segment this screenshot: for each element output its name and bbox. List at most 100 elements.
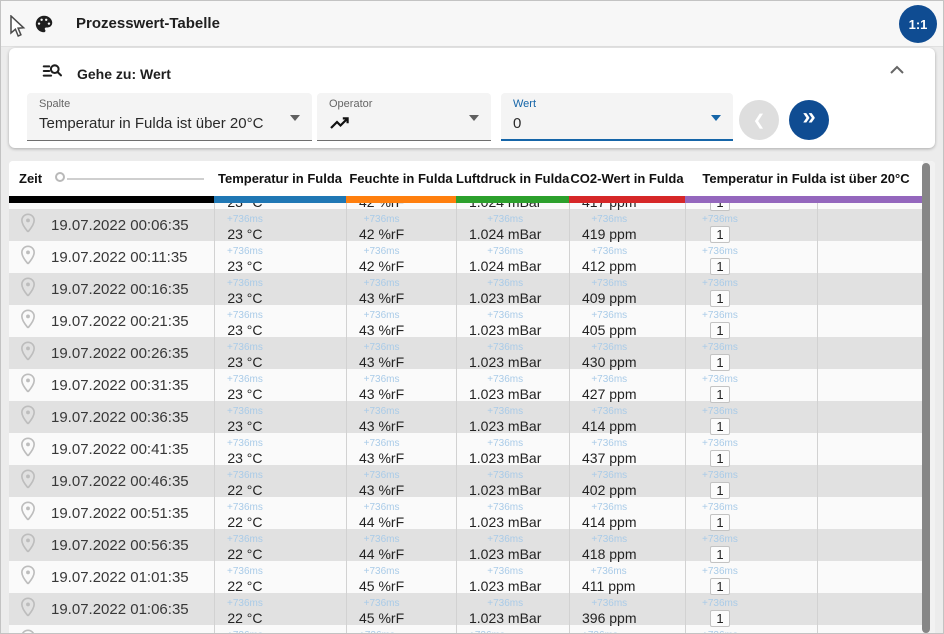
time-slider-handle[interactable]: [55, 172, 65, 182]
value-cell: +736ms23 °C: [214, 433, 346, 466]
table-row[interactable]: 19.07.2022 00:56:35 +736ms 22 °C +736ms 44…: [9, 529, 927, 563]
location-pin-icon: [17, 532, 39, 559]
filler-cell: [817, 337, 927, 369]
process-value-table: Zeit Temperatur in Fulda Feuchte in Fuld…: [9, 161, 935, 633]
offset-label: +736ms: [469, 630, 505, 633]
cell-value: 45 %rF: [359, 578, 405, 594]
offset-label: +736ms: [487, 374, 524, 385]
scrollbar-thumb[interactable]: [922, 163, 930, 633]
value-cell: +736ms 43 %rF: [346, 337, 456, 370]
table-row[interactable]: 19.07.2022 01:06:35 +736ms 22 °C +736ms 45…: [9, 593, 927, 627]
value-cell: +736ms1: [685, 593, 817, 627]
time-cell: 19.07.2022 01:06:35: [9, 593, 214, 625]
value-cell: +736ms 412 ppm: [569, 241, 685, 274]
cell-value: 402 ppm: [582, 482, 637, 498]
table-row[interactable]: 19.07.2022 00:16:35 +736ms 23 °C +736ms 43…: [9, 273, 927, 307]
table-row[interactable]: 19.07.2022 00:36:35 +736ms 23 °C +736ms 43…: [9, 401, 927, 435]
cell-value: 1.024 mBar: [469, 258, 542, 274]
offset-label: +736ms: [591, 438, 628, 449]
cell-value: 42 %rF: [359, 258, 405, 274]
offset-label: +736ms: [591, 246, 628, 257]
cell-value: 412 ppm: [582, 258, 637, 274]
palette-icon[interactable]: [33, 13, 55, 40]
offset-label: +736ms: [591, 598, 628, 609]
cell-value: 22 °C: [227, 482, 263, 498]
cell-value: 22 °C: [227, 578, 263, 594]
time-cell: 19.07.2022 00:06:35: [9, 209, 214, 241]
cell-value: 43 %rF: [359, 354, 405, 370]
offset-label: +736ms: [363, 438, 400, 449]
offset-label: +736ms: [227, 310, 263, 321]
offset-label: +736ms: [591, 534, 628, 545]
offset-label: +736ms: [227, 566, 263, 577]
table-row[interactable]: +736ms +736ms +736ms +736ms +736ms: [9, 625, 927, 633]
table-row[interactable]: 19.07.2022 00:51:35 +736ms 22 °C +736ms 44…: [9, 497, 927, 531]
value-cell: +736ms 437 ppm: [569, 433, 685, 466]
value-cell: +736ms23 °C: [214, 337, 346, 370]
collapse-chevron-up-icon[interactable]: [889, 62, 905, 80]
offset-label: +736ms: [363, 502, 400, 513]
offset-label: +736ms: [363, 534, 400, 545]
timestamp: 19.07.2022 00:11:35: [51, 248, 188, 266]
value-cell: +736ms1: [685, 305, 817, 339]
cell-value: 22 °C: [227, 546, 263, 562]
offset-label: +736ms: [227, 470, 263, 481]
table-row[interactable]: 19.07.2022 01:01:35 +736ms 22 °C +736ms 45…: [9, 561, 927, 595]
time-cell: 19.07.2022 00:26:35: [9, 337, 214, 369]
cell-value: 44 %rF: [359, 514, 405, 530]
timestamp: 19.07.2022 00:26:35: [51, 344, 189, 362]
cell-value: 430 ppm: [582, 354, 637, 370]
value-select[interactable]: Wert 0: [501, 93, 733, 141]
value-cell: +736ms 402 ppm: [569, 465, 685, 498]
offset-label: +736ms: [487, 406, 524, 417]
offset-label: +736ms: [487, 278, 524, 289]
value-cell: +736ms 43 %rF: [346, 273, 456, 306]
column-header: Luftdruck in Fulda: [456, 171, 570, 186]
location-pin-icon: [17, 308, 39, 335]
value-cell: +736ms 43 %rF: [346, 401, 456, 434]
time-slider-track[interactable]: [67, 178, 204, 180]
value-cell: +736ms1: [685, 241, 817, 275]
value-cell: +736ms 43 %rF: [346, 369, 456, 402]
chevron-down-icon: [469, 115, 479, 121]
value-cell: +736ms 45 %rF: [346, 561, 456, 594]
operator-select[interactable]: Operator: [317, 93, 491, 141]
filler-cell: [817, 497, 927, 529]
value-cell: +736ms 44 %rF: [346, 529, 456, 562]
table-row[interactable]: 19.07.2022 00:41:35 +736ms 23 °C +736ms 43…: [9, 433, 927, 467]
cell-value: 22 °C: [227, 514, 263, 530]
value-cell: +736ms1: [685, 433, 817, 467]
table-row[interactable]: 19.07.2022 00:06:35 +736ms 23 °C +736ms 42…: [9, 209, 927, 243]
table-row[interactable]: 19.07.2022 00:31:35 +736ms 23 °C +736ms 43…: [9, 369, 927, 403]
time-cell: 19.07.2022 01:01:35: [9, 561, 214, 593]
value-cell: +736ms 43 %rF: [346, 305, 456, 338]
table-row[interactable]: 19.07.2022 00:26:35 +736ms 23 °C +736ms 43…: [9, 337, 927, 371]
value-cell: +736ms 1.023 mBar: [456, 497, 569, 530]
cell-value: 1.023 mBar: [469, 514, 542, 530]
goto-next-button[interactable]: »: [789, 100, 829, 140]
column-color-bar: [456, 196, 569, 203]
offset-label: +736ms: [227, 406, 263, 417]
filler-cell: [817, 625, 927, 633]
time-cell: 19.07.2022 00:16:35: [9, 273, 214, 305]
table-row[interactable]: 19.07.2022 00:11:35 +736ms 23 °C +736ms 42…: [9, 241, 927, 275]
value-cell: +736ms1: [685, 337, 817, 371]
table-row[interactable]: 19.07.2022 00:46:35 +736ms 22 °C +736ms 43…: [9, 465, 927, 499]
scale-badge[interactable]: 1:1: [899, 5, 937, 43]
goto-previous-button[interactable]: ❮: [739, 100, 779, 140]
panel-title: Gehe zu: Wert: [77, 65, 171, 82]
offset-label: +736ms: [702, 438, 738, 449]
offset-label: +736ms: [702, 406, 738, 417]
offset-label: +736ms: [227, 630, 263, 633]
filler-cell: [817, 369, 927, 401]
offset-label: +736ms: [702, 470, 738, 481]
column-select[interactable]: Spalte Temperatur in Fulda ist über 20°C: [27, 93, 312, 141]
value-cell: +736ms 1.023 mBar: [456, 305, 569, 338]
value-cell: +736ms 1.023 mBar: [456, 433, 569, 466]
value-cell: +736ms23 °C: [214, 305, 346, 338]
table-row[interactable]: 19.07.2022 00:21:35 +736ms 23 °C +736ms 43…: [9, 305, 927, 339]
value-cell: +736ms 22 °C: [214, 497, 346, 530]
cell-value: 22 °C: [227, 610, 263, 626]
column-header: Feuchte in Fulda: [349, 171, 453, 186]
offset-label: +736ms: [227, 246, 263, 257]
